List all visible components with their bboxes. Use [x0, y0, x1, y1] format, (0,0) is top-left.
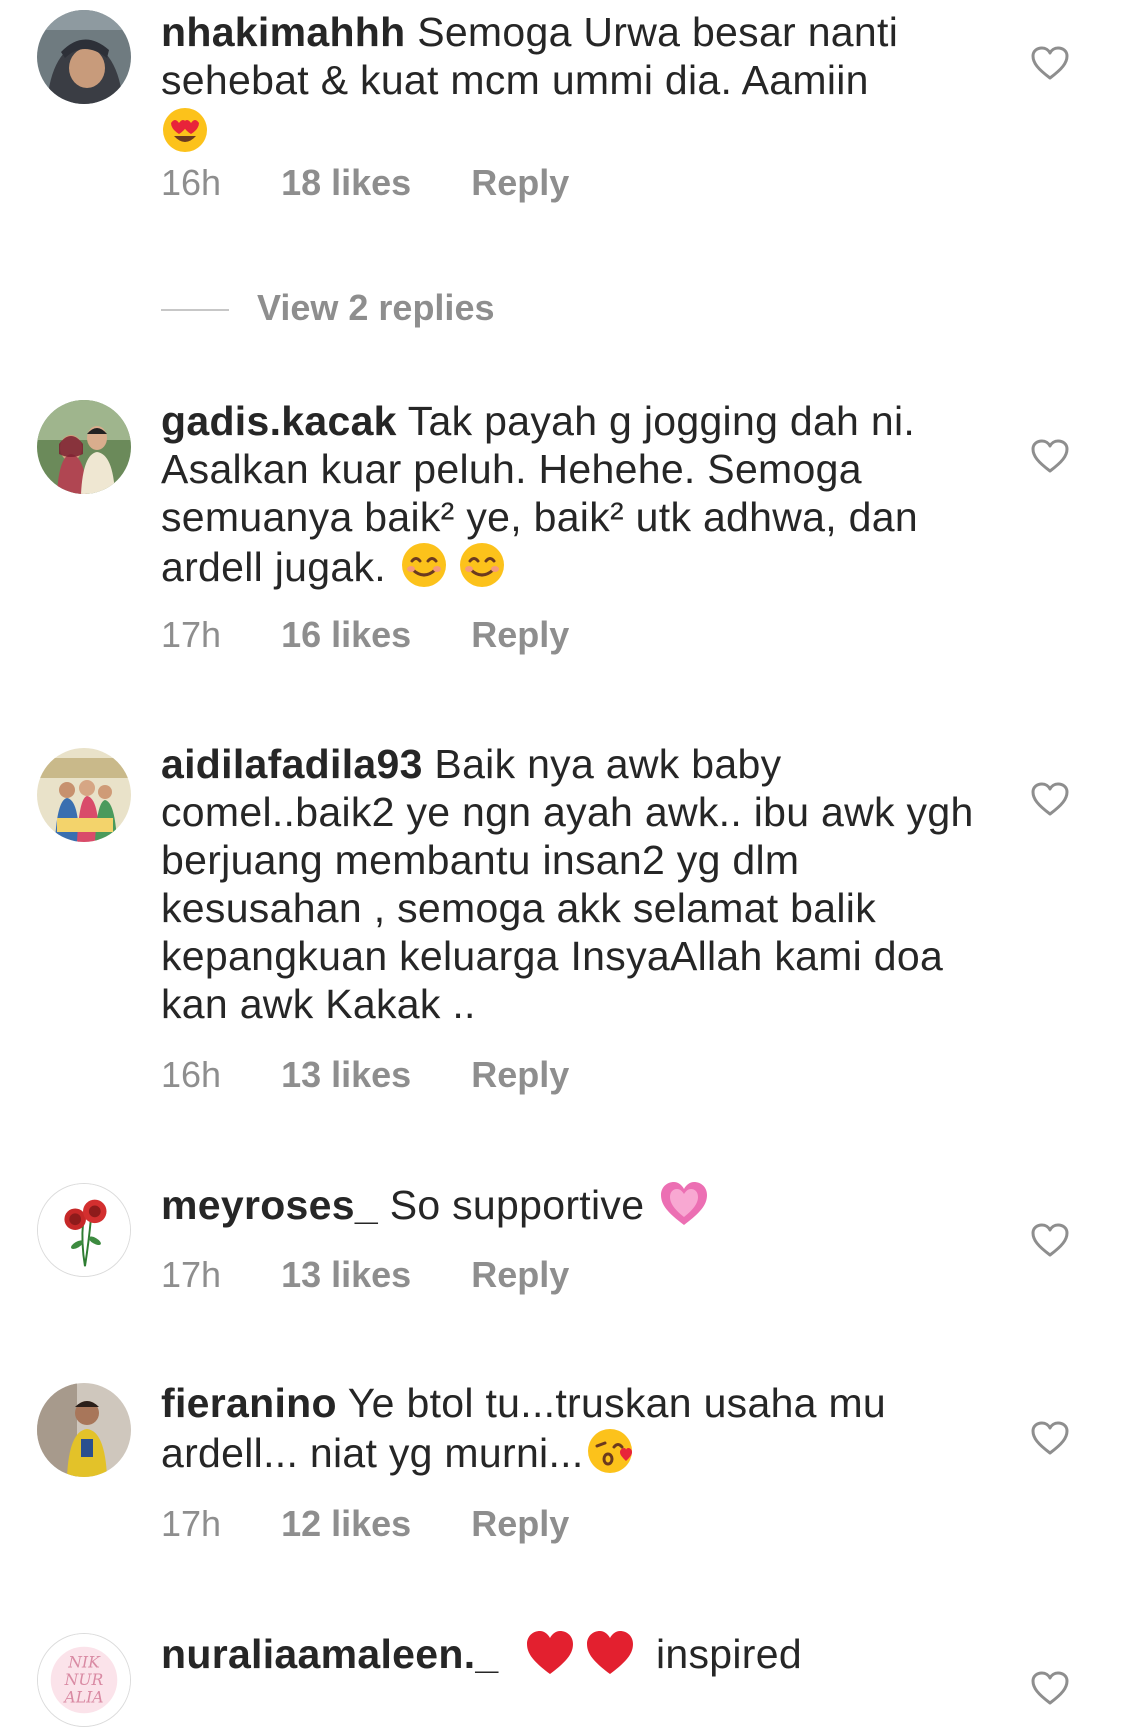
comment-username[interactable]: meyroses_: [161, 1182, 378, 1228]
heart-outline-icon[interactable]: [1030, 45, 1070, 81]
comment-body: gadis.kacak Tak payah g jogging dah ni. …: [161, 397, 981, 599]
svg-text:ALIA: ALIA: [62, 1688, 103, 1707]
avatar[interactable]: [37, 1183, 131, 1277]
comment-body: nhakimahhh Semoga Urwa besar nanti seheb…: [161, 8, 981, 164]
comment-username[interactable]: nhakimahhh: [161, 9, 405, 55]
comment-username[interactable]: fieranino: [161, 1380, 337, 1426]
comment-time: 17h: [161, 1254, 222, 1295]
smiling-emoji: [400, 541, 448, 599]
svg-text:NUR: NUR: [64, 1670, 104, 1689]
reply-button[interactable]: Reply: [471, 162, 569, 204]
comment-likes[interactable]: 16 likes: [281, 614, 411, 656]
comment-meta: 16h 18 likes Reply: [161, 162, 569, 204]
heart-outline-icon[interactable]: [1030, 781, 1070, 817]
reply-button[interactable]: Reply: [471, 1254, 569, 1296]
comment-username[interactable]: gadis.kacak: [161, 398, 397, 444]
avatar-photo-hijab: [37, 10, 131, 104]
avatar[interactable]: [37, 748, 131, 842]
view-replies-label: View 2 replies: [257, 287, 495, 328]
comment-text: So supportive: [389, 1181, 645, 1228]
heart-outline-icon[interactable]: [1030, 1670, 1070, 1706]
comment-time: 17h: [161, 1503, 222, 1544]
heart-outline-icon[interactable]: [1030, 1420, 1070, 1456]
comment-body: meyroses_ So supportive: [161, 1179, 981, 1237]
comment-meta: 17h 12 likes Reply: [161, 1503, 569, 1545]
smiling-emoji: [458, 541, 506, 599]
heart-eyes-emoji: [161, 106, 209, 164]
comment-meta: 17h 16 likes Reply: [161, 614, 569, 656]
comment-likes[interactable]: 13 likes: [281, 1254, 411, 1296]
avatar[interactable]: [37, 400, 131, 494]
avatar[interactable]: NIK NUR ALIA: [37, 1633, 131, 1727]
comment-time: 16h: [161, 162, 222, 203]
comment-likes[interactable]: 13 likes: [281, 1054, 411, 1096]
avatar-photo-couple: [37, 400, 131, 494]
kissing-wink-emoji: [586, 1427, 638, 1485]
avatar-logo-text: NIK: [67, 1652, 101, 1671]
comment-body: aidilafadila93 Baik nya awk baby comel..…: [161, 740, 981, 1028]
comment-body: fieranino Ye btol tu...truskan usaha mu …: [161, 1379, 981, 1485]
red-heart-emoji: [524, 1628, 576, 1686]
view-replies-button[interactable]: View 2 replies: [161, 287, 495, 328]
reply-button[interactable]: Reply: [471, 1054, 569, 1096]
avatar-logo: NIK NUR ALIA: [38, 1634, 130, 1726]
comment-time: 16h: [161, 1054, 222, 1095]
comment-text: inspired: [655, 1630, 802, 1677]
comment-meta: 17h 13 likes Reply: [161, 1254, 569, 1296]
comment-meta: 16h 13 likes Reply: [161, 1054, 569, 1096]
comment-likes[interactable]: 18 likes: [281, 162, 411, 204]
reply-button[interactable]: Reply: [471, 614, 569, 656]
comment-likes[interactable]: 12 likes: [281, 1503, 411, 1545]
heart-outline-icon[interactable]: [1030, 438, 1070, 474]
divider-line: [161, 309, 229, 312]
comment-username[interactable]: nuraliaamaleen._: [161, 1631, 499, 1677]
rose-icon: [38, 1184, 130, 1276]
red-heart-emoji: [584, 1628, 636, 1686]
avatar[interactable]: [37, 10, 131, 104]
reply-button[interactable]: Reply: [471, 1503, 569, 1545]
avatar-photo-family: [37, 748, 131, 842]
heart-outline-icon[interactable]: [1030, 1222, 1070, 1258]
avatar[interactable]: [37, 1383, 131, 1477]
sparkling-heart-emoji: [658, 1179, 710, 1237]
comment-time: 17h: [161, 614, 222, 655]
comment-body: nuraliaamaleen._ inspired: [161, 1628, 981, 1686]
comment-username[interactable]: aidilafadila93: [161, 741, 423, 787]
avatar-photo-person: [37, 1383, 131, 1477]
